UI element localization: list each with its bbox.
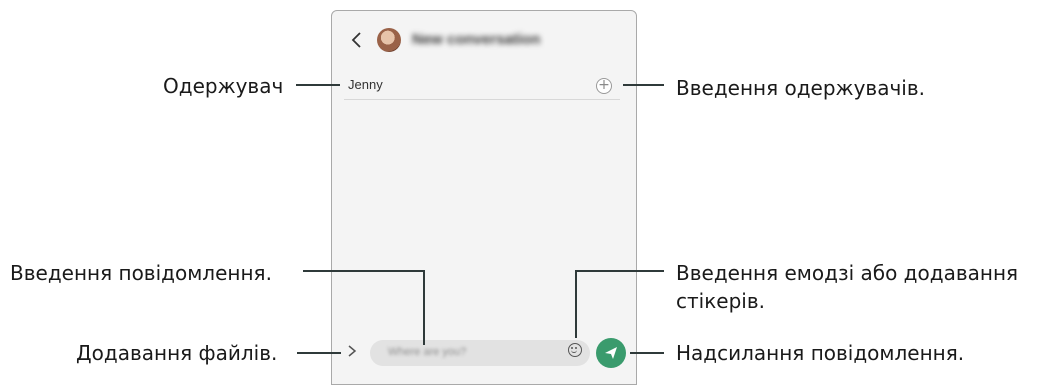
callout-send-message: Надсилання повідомлення. [676, 341, 965, 365]
back-button[interactable] [350, 29, 364, 53]
callout-emoji-stickers: Введення емодзі або додавання стікерів. [676, 261, 1019, 313]
callout-enter-recipients: Введення одержувачів. [676, 76, 925, 100]
attach-button[interactable] [347, 343, 357, 362]
recipient-chip[interactable]: Jenny [348, 77, 383, 92]
message-placeholder: Where are you? [388, 346, 467, 358]
smiley-icon[interactable] [568, 343, 582, 357]
add-recipient-button[interactable]: + [596, 78, 612, 94]
callout-enter-message: Введення повідомлення. [10, 261, 272, 285]
chevron-right-icon [348, 345, 357, 357]
chevron-left-icon [351, 32, 361, 48]
conversation-title: New conversation [412, 31, 541, 48]
callout-attach-files: Додавання файлів. [76, 341, 278, 365]
send-button[interactable] [596, 338, 626, 368]
contact-avatar[interactable] [377, 28, 401, 52]
plus-icon: + [598, 77, 610, 93]
callout-recipient: Одержувач [163, 74, 284, 98]
phone-screen [331, 10, 637, 385]
recipient-field-underline [344, 99, 620, 100]
paper-plane-icon [605, 347, 617, 359]
